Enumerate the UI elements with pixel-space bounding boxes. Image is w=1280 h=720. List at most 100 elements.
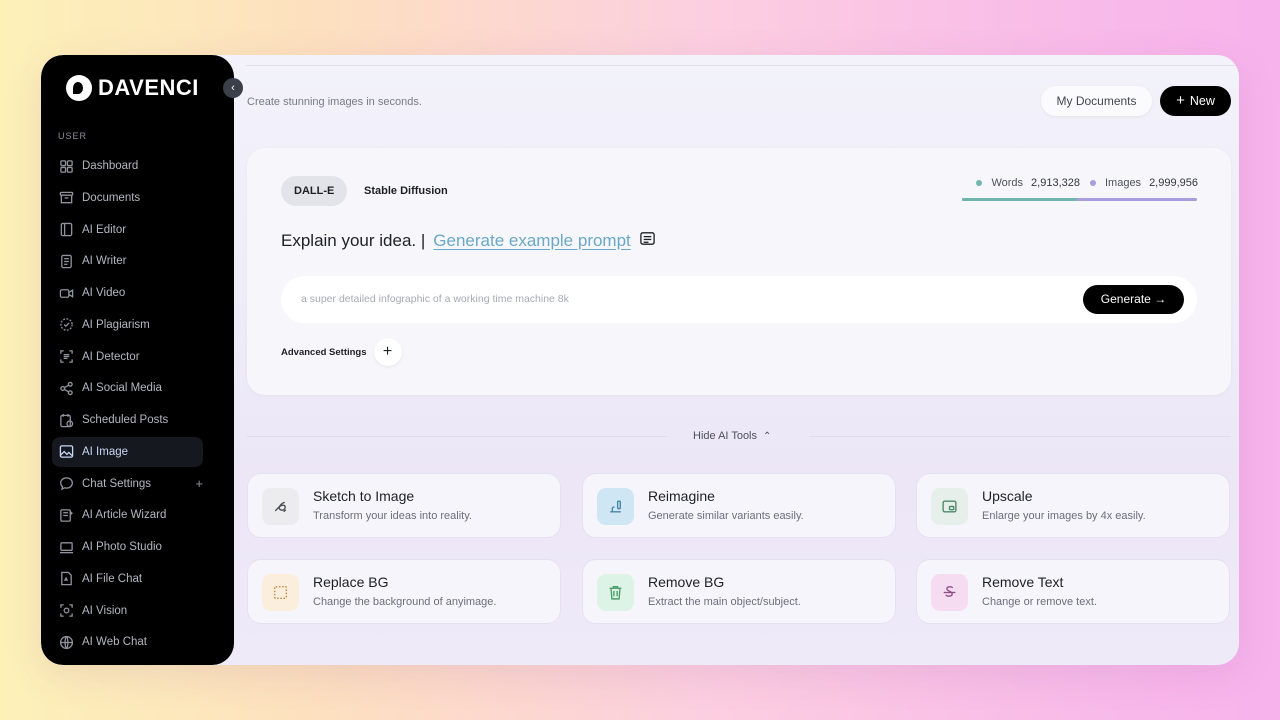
chat-settings-plus-icon[interactable]: + <box>195 476 203 491</box>
sidebar-item-label: Chat Settings <box>82 477 152 490</box>
sidebar-item-ai-image[interactable]: AI Image <box>52 436 203 467</box>
tool-card-reimagine[interactable]: Reimagine Generate similar variants easil… <box>582 473 896 538</box>
images-value: 2,999,956 <box>1149 177 1198 189</box>
sidebar-item-label: Documents <box>82 191 141 204</box>
sidebar-item-ai-photo-studio[interactable]: AI Photo Studio <box>52 532 203 562</box>
logo-text: DAVENCI <box>98 75 199 100</box>
words-progress-fill <box>962 198 1078 201</box>
monitor-icon <box>59 540 74 555</box>
tool-description: Enlarge your images by 4x easily. <box>982 510 1146 522</box>
tool-description: Generate similar variants easily. <box>648 510 804 522</box>
sidebar-item-label: AI File Chat <box>82 572 143 585</box>
document-list-icon[interactable] <box>639 230 656 252</box>
replace-bg-icon <box>262 574 299 611</box>
sidebar-item-ai-video[interactable]: AI Video <box>52 278 203 308</box>
words-label: Words <box>991 177 1024 189</box>
sidebar-item-scheduled-posts[interactable]: Scheduled Posts <box>52 405 203 435</box>
sidebar-item-chat-settings[interactable]: Chat Settings + <box>52 469 203 499</box>
sidebar-item-label: AI Social Media <box>82 382 162 395</box>
sidebar-item-ai-editor[interactable]: AI Editor <box>52 215 203 245</box>
credits-stats: Words 2,913,328 Images 2,999,956 <box>976 177 1198 189</box>
tool-card-remove-text[interactable]: Remove Text Change or remove text. <box>916 559 1230 624</box>
tool-card-remove-bg[interactable]: Remove BG Extract the main object/subject… <box>582 559 896 624</box>
tool-title: Remove Text <box>982 574 1064 590</box>
sidebar-item-ai-plagiarism[interactable]: AI Plagiarism <box>52 310 203 340</box>
sidebar-item-label: Dashboard <box>82 160 139 172</box>
dashboard-icon <box>59 159 74 174</box>
sidebar-item-label: AI Plagiarism <box>82 318 150 331</box>
generate-button-label: Generate <box>1100 292 1151 306</box>
prompt-input[interactable] <box>301 288 1061 310</box>
sidebar-item-label: AI Editor <box>82 223 127 236</box>
sidebar-collapse-button[interactable]: ‹ <box>223 78 243 98</box>
tab-stable-diffusion[interactable]: Stable Diffusion <box>351 176 461 206</box>
my-documents-button[interactable]: My Documents <box>1041 86 1152 116</box>
writer-icon <box>59 254 74 269</box>
tool-description: Change the background of anyimage. <box>313 596 497 608</box>
sidebar-item-ai-social-media[interactable]: AI Social Media <box>52 373 203 403</box>
tool-card-sketch-to-image[interactable]: Sketch to Image Transform your ideas into… <box>247 473 561 538</box>
advanced-settings: Advanced Settings + <box>281 338 402 366</box>
generate-button[interactable]: Generate → <box>1083 285 1184 314</box>
generate-example-link[interactable]: Generate example prompt <box>433 231 631 251</box>
tool-title: Upscale <box>982 488 1033 504</box>
hide-ai-tools-toggle[interactable]: Hide AI Tools ⌃ <box>693 430 771 442</box>
images-dot-icon <box>1089 180 1096 186</box>
tool-title: Replace BG <box>313 574 389 590</box>
sidebar-item-label: AI Web Chat <box>82 636 147 649</box>
tool-card-upscale[interactable]: Upscale Enlarge your images by 4x easily. <box>916 473 1230 538</box>
tool-title: Remove BG <box>648 574 725 590</box>
sidebar-item-label: AI Writer <box>82 255 127 268</box>
new-button-label: New <box>1189 94 1215 108</box>
sidebar-item-label: AI Article Wizard <box>82 509 167 522</box>
video-icon <box>59 286 74 301</box>
hide-ai-tools-label: Hide AI Tools <box>693 430 758 442</box>
sidebar-item-documents[interactable]: Documents <box>52 183 203 213</box>
sidebar-item-label: AI Detector <box>82 350 140 363</box>
sidebar-item-label: AI Vision <box>82 604 128 617</box>
globe-icon <box>59 635 74 650</box>
file-icon <box>59 571 74 586</box>
logo-icon <box>66 75 92 101</box>
sidebar-item-label: AI Photo Studio <box>82 541 162 553</box>
reimagine-icon <box>597 488 634 525</box>
image-generator-card: DALL-E Stable Diffusion Words 2,913,328 … <box>247 148 1231 395</box>
arrow-right-icon: → <box>1154 292 1167 306</box>
logo[interactable]: DAVENCI <box>66 75 199 101</box>
tab-dall-e[interactable]: DALL-E <box>281 176 348 206</box>
share-icon <box>59 381 74 396</box>
images-label: Images <box>1104 177 1142 189</box>
plus-icon: + <box>1176 92 1185 109</box>
chat-icon <box>59 476 74 491</box>
tools-divider-right <box>809 436 1231 437</box>
calendar-icon <box>59 413 74 428</box>
sidebar: DAVENCI USER Dashboard Documents AI Editor… <box>41 55 234 665</box>
tool-title: Reimagine <box>648 488 715 504</box>
tool-description: Extract the main object/subject. <box>648 596 801 608</box>
advanced-settings-toggle-button[interactable]: + <box>373 338 402 366</box>
prompt-input-container: Generate → <box>281 276 1197 323</box>
strikethrough-icon <box>931 574 968 611</box>
archive-icon <box>59 190 74 205</box>
tool-title: Sketch to Image <box>313 488 415 504</box>
editor-icon <box>59 222 74 237</box>
sidebar-item-label: AI Image <box>82 445 129 458</box>
sketch-icon <box>262 488 299 525</box>
words-dot-icon <box>976 180 983 186</box>
sidebar-item-ai-vision[interactable]: AI Vision <box>52 596 203 626</box>
tools-divider-left <box>247 436 667 437</box>
top-divider <box>246 65 1236 66</box>
tool-card-replace-bg[interactable]: Replace BG Change the background of anyim… <box>247 559 561 624</box>
sidebar-item-ai-web-chat[interactable]: AI Web Chat <box>52 627 203 657</box>
advanced-settings-label: Advanced Settings <box>281 346 367 358</box>
app-frame: DAVENCI USER Dashboard Documents AI Editor… <box>41 55 1239 665</box>
sidebar-item-ai-file-chat[interactable]: AI File Chat <box>52 564 203 594</box>
new-button[interactable]: + New <box>1160 86 1231 116</box>
words-value: 2,913,328 <box>1031 177 1080 189</box>
trash-icon <box>597 574 634 611</box>
sidebar-item-ai-article-wizard[interactable]: AI Article Wizard <box>52 500 203 530</box>
sidebar-item-dashboard[interactable]: Dashboard <box>52 151 203 181</box>
upscale-icon <box>931 488 968 525</box>
sidebar-item-ai-detector[interactable]: AI Detector <box>52 342 203 372</box>
sidebar-item-ai-writer[interactable]: AI Writer <box>52 246 203 276</box>
